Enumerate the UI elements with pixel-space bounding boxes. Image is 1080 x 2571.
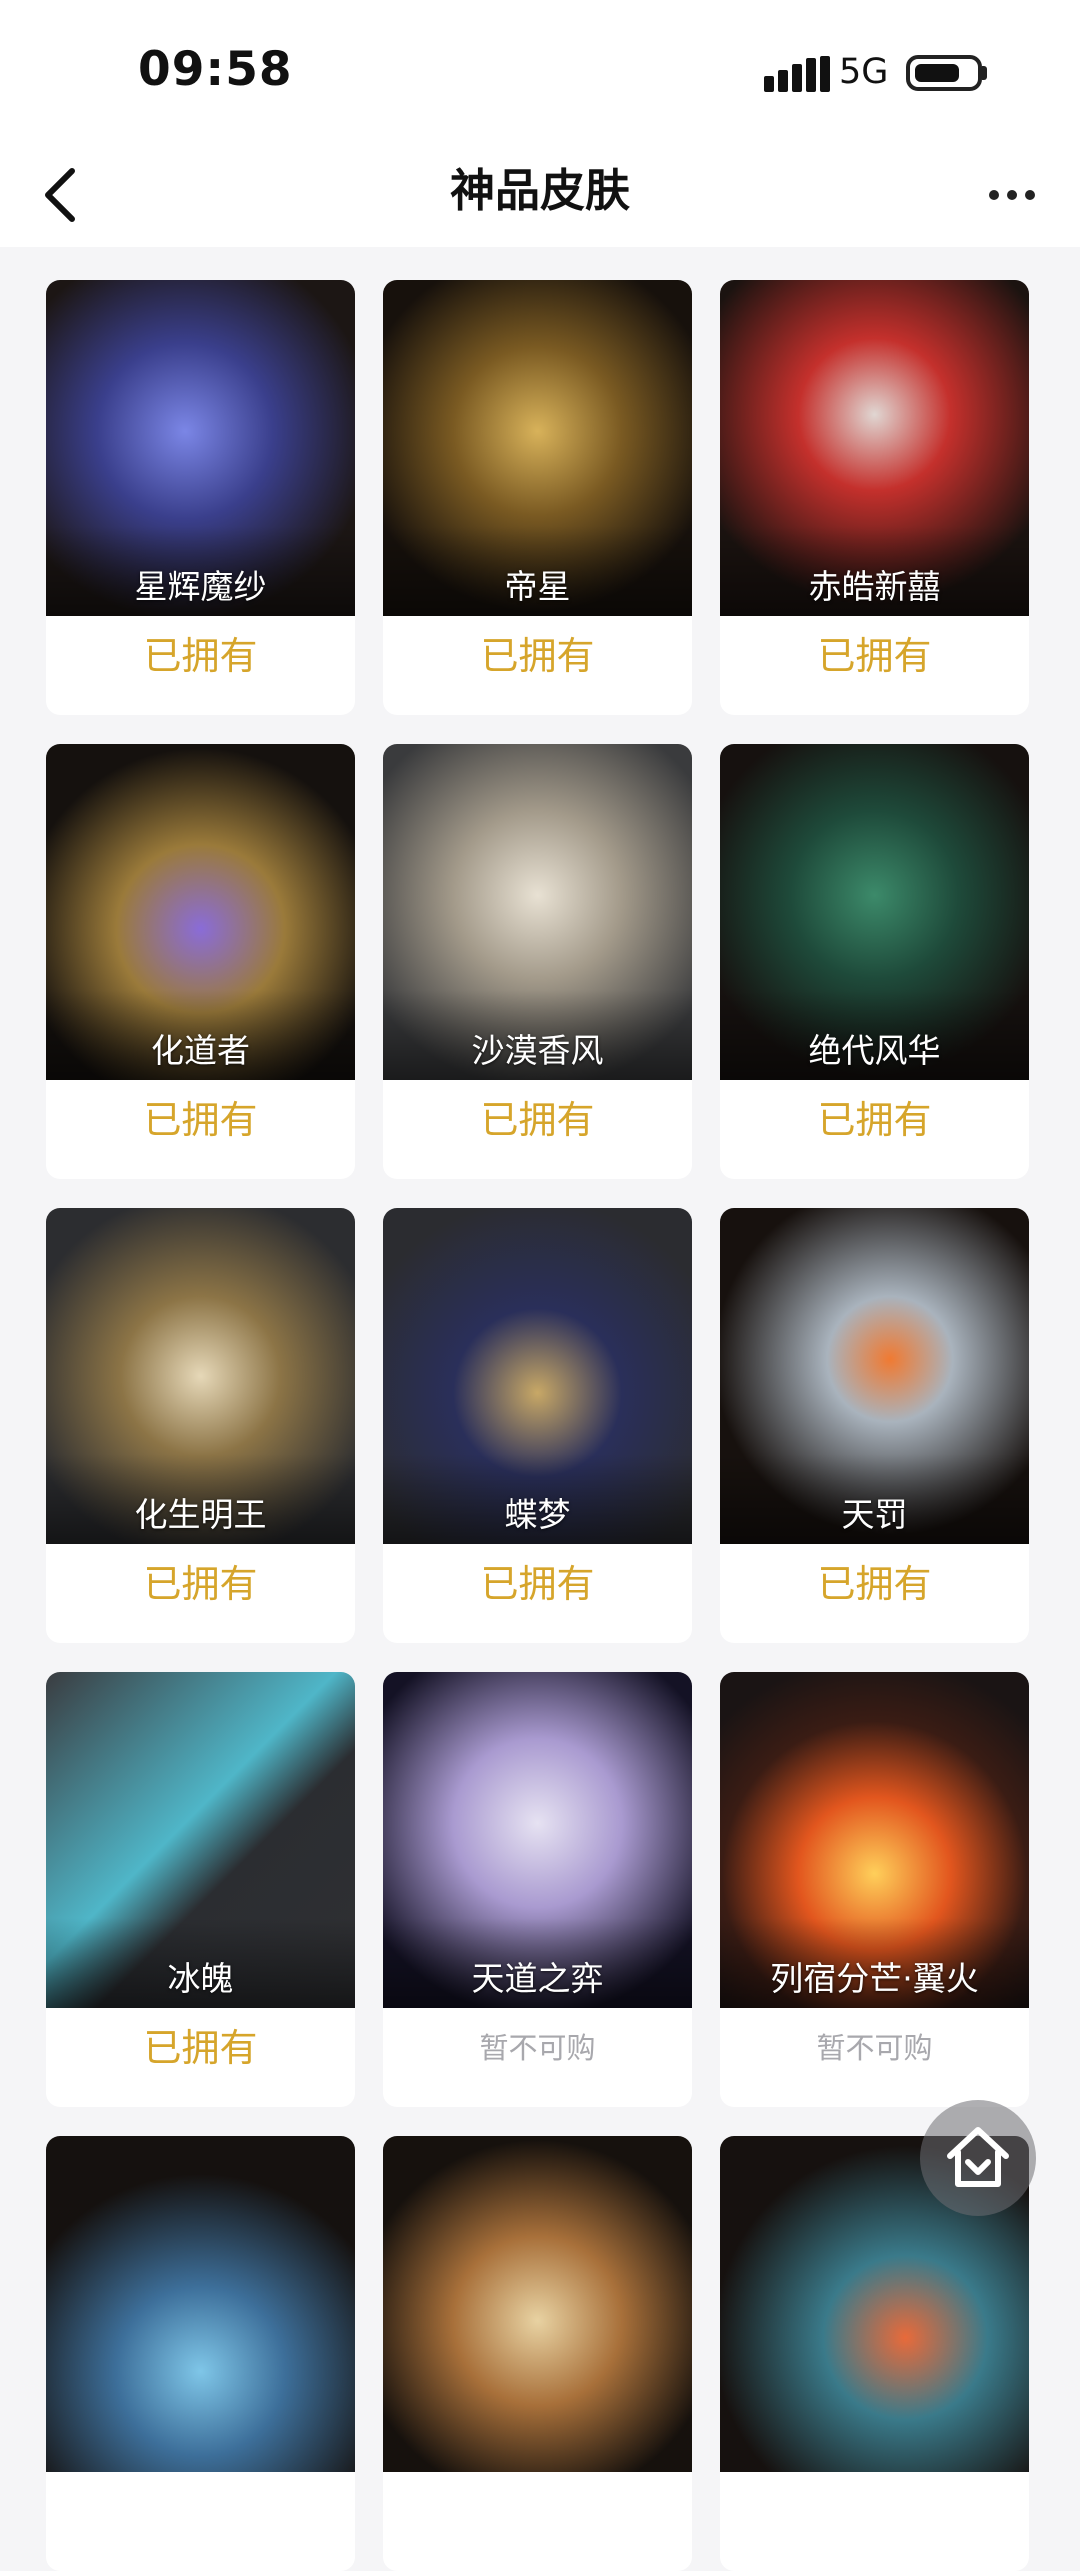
skin-artwork: 赤皓新囍 [720,280,1029,616]
skin-status: 已拥有 [817,1562,932,1606]
skin-card[interactable]: 星辉魔纱 已拥有 [46,280,355,715]
skin-artwork: 列宿分芒·翼火 [720,1672,1029,2008]
skin-card[interactable]: 天罚 已拥有 [720,1208,1029,1643]
home-button[interactable] [920,2100,1036,2216]
skin-card[interactable]: 沙漠香风 已拥有 [383,744,692,1179]
skin-status: 暂不可购 [479,2031,596,2065]
skin-name: 帝星 [504,567,571,606]
skin-name: 化生明王 [134,1495,267,1534]
skin-artwork [383,2136,692,2472]
battery-icon [906,55,982,91]
skin-name: 绝代风华 [808,1031,941,1070]
nav-bar: 神品皮肤 [0,145,1080,247]
home-icon [947,2127,1009,2187]
skin-card[interactable]: 化道者 已拥有 [46,744,355,1179]
skin-card[interactable]: 帝星 已拥有 [383,280,692,715]
skin-card[interactable]: 列宿分芒·翼火 暂不可购 [720,1672,1029,2107]
chevron-left-icon [45,168,75,222]
skin-name: 沙漠香风 [471,1031,604,1070]
skin-name: 星辉魔纱 [134,567,267,606]
skin-artwork [46,2136,355,2472]
skin-status: 已拥有 [480,1562,595,1606]
skin-card[interactable]: 蝶梦 已拥有 [383,1208,692,1643]
skin-status: 已拥有 [817,634,932,678]
skin-artwork: 天罚 [720,1208,1029,1544]
skin-name: 赤皓新囍 [808,567,941,606]
page-title: 神品皮肤 [449,164,630,217]
skin-status: 已拥有 [143,634,258,678]
skin-name: 列宿分芒·翼火 [770,1959,979,1998]
skin-name: 化道者 [151,1031,250,1070]
skin-status: 已拥有 [143,2026,258,2070]
more-button[interactable] [976,165,1048,225]
skin-artwork: 冰魄 [46,1672,355,2008]
skin-status: 已拥有 [480,1098,595,1142]
skin-card[interactable]: 绝代风华 已拥有 [720,744,1029,1179]
skin-artwork: 化生明王 [46,1208,355,1544]
skin-artwork: 天道之弈 [383,1672,692,2008]
skin-status: 已拥有 [143,1562,258,1606]
skin-status: 已拥有 [143,1098,258,1142]
skin-artwork: 帝星 [383,280,692,616]
status-bar: 09:58 5G [0,0,1080,145]
more-dot [989,190,999,200]
skin-artwork: 蝶梦 [383,1208,692,1544]
skin-artwork: 化道者 [46,744,355,1080]
skin-grid: 星辉魔纱 已拥有 帝星 已拥有 赤皓新囍 已拥有 化道者 已拥有 沙漠香风 已拥… [46,280,1029,2571]
skin-status: 已拥有 [817,1098,932,1142]
skin-card[interactable]: 冰魄 已拥有 [46,1672,355,2107]
more-dot [1007,190,1017,200]
skin-artwork: 绝代风华 [720,744,1029,1080]
signal-icon [764,56,830,92]
skin-name: 天道之弈 [471,1959,604,1998]
skin-card[interactable]: 赤皓新囍 已拥有 [720,280,1029,715]
skin-artwork: 沙漠香风 [383,744,692,1080]
skin-status: 已拥有 [480,634,595,678]
network-label: 5G [839,52,889,92]
skin-card[interactable]: 化生明王 已拥有 [46,1208,355,1643]
skin-name: 冰魄 [167,1959,234,1998]
skin-card[interactable]: 天道之弈 暂不可购 [383,1672,692,2107]
skin-name: 蝶梦 [504,1495,571,1534]
battery-tip [982,66,987,80]
skin-card[interactable] [383,2136,692,2571]
skin-status: 暂不可购 [816,2031,933,2065]
skin-card[interactable] [46,2136,355,2571]
status-time: 09:58 [138,42,293,97]
more-dot [1025,190,1035,200]
skin-name: 天罚 [841,1495,908,1534]
skin-artwork: 星辉魔纱 [46,280,355,616]
back-button[interactable] [30,155,90,235]
